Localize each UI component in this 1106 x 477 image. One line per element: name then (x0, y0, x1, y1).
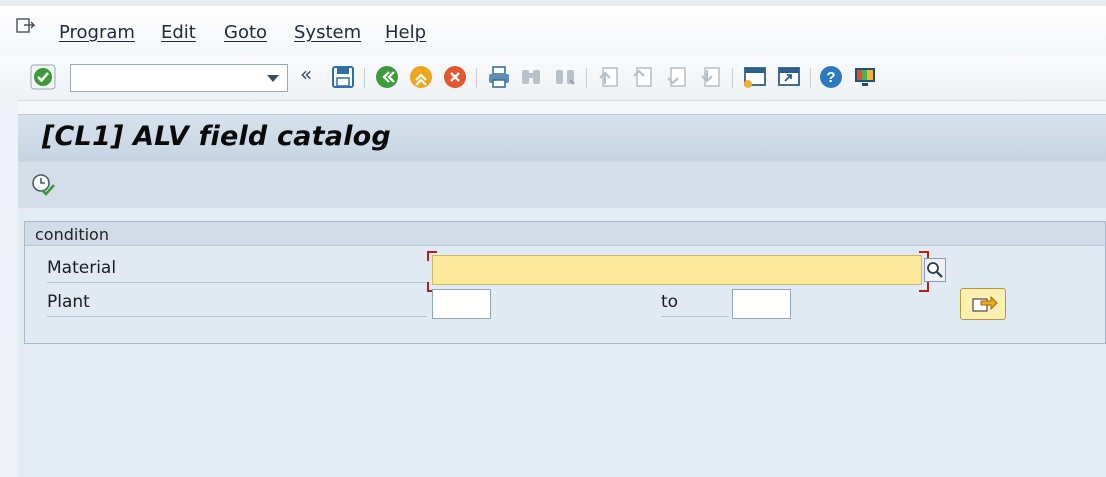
dropdown-arrow-icon[interactable] (267, 75, 279, 82)
selection-screen: condition Material Plant to (18, 208, 1106, 477)
system-menu-icon[interactable] (16, 18, 38, 36)
menu-goto[interactable]: Goto (224, 22, 267, 43)
menu-edit[interactable]: Edit (161, 22, 196, 43)
save-icon[interactable] (330, 64, 356, 90)
group-title: condition (25, 222, 1105, 246)
find-next-icon[interactable] (552, 64, 578, 90)
application-toolbar (18, 162, 1106, 209)
menu-bar: Program Edit Goto System Help (0, 0, 1106, 56)
next-page-icon[interactable] (664, 64, 690, 90)
menu-program[interactable]: Program (59, 22, 135, 43)
toolbar-separator (476, 68, 477, 88)
execute-icon[interactable] (30, 172, 56, 198)
material-label: Material (47, 258, 427, 283)
help-icon[interactable]: ? (818, 64, 844, 90)
svg-text:?: ? (826, 69, 835, 86)
focus-corner (427, 251, 437, 261)
condition-group: condition Material Plant to (24, 221, 1106, 344)
cancel-icon[interactable] (442, 64, 468, 90)
exit-icon[interactable] (408, 64, 434, 90)
print-icon[interactable] (486, 64, 512, 90)
value-help-icon[interactable] (924, 258, 946, 282)
shortcut-icon[interactable] (776, 64, 802, 90)
plant-label: Plant (47, 292, 427, 317)
left-frame (0, 100, 18, 477)
material-input[interactable] (432, 255, 922, 285)
page-title: [CL1] ALV field catalog (42, 121, 391, 152)
find-icon[interactable] (518, 64, 544, 90)
last-page-icon[interactable] (698, 64, 724, 90)
previous-page-icon[interactable] (630, 64, 656, 90)
command-field[interactable] (70, 64, 288, 92)
menu-help[interactable]: Help (385, 22, 426, 43)
collapse-double-chevron-icon[interactable]: « (300, 62, 318, 88)
toolbar-separator (364, 68, 365, 88)
new-session-icon[interactable] (742, 64, 768, 90)
to-label: to (661, 292, 729, 317)
standard-toolbar: « ? (0, 56, 1106, 101)
menu-system[interactable]: System (294, 22, 361, 43)
back-icon[interactable] (374, 64, 400, 90)
title-bar: [CL1] ALV field catalog (18, 114, 1106, 163)
first-page-icon[interactable] (596, 64, 622, 90)
toolbar-separator (586, 68, 587, 88)
enter-icon[interactable] (30, 64, 56, 90)
plant-to-input[interactable] (732, 289, 791, 319)
multiple-selection-button[interactable] (960, 288, 1006, 320)
plant-from-input[interactable] (432, 289, 491, 319)
toolbar-separator (810, 68, 811, 88)
focus-corner (919, 282, 929, 292)
customize-layout-icon[interactable] (852, 64, 878, 90)
toolbar-separator (732, 68, 733, 88)
